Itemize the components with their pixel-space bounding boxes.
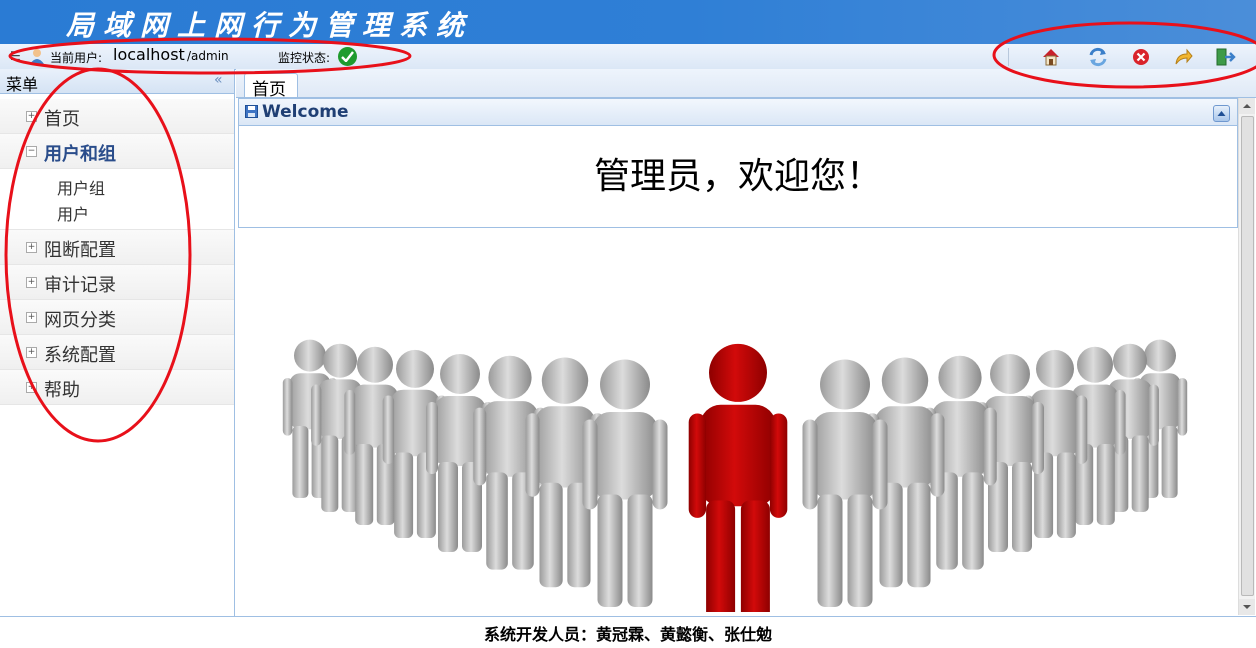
refresh-icon: [1089, 47, 1107, 67]
panel-header: Welcome: [239, 99, 1237, 126]
sidebar-item-label: 系统配置: [44, 345, 116, 366]
welcome-panel: Welcome 管理员，欢迎您！: [238, 98, 1238, 228]
collapse-icon[interactable]: −: [26, 146, 37, 157]
menu-toggle-icon[interactable]: ☰: [10, 49, 21, 63]
monitor-status-label: 监控状态:: [278, 51, 331, 65]
sidebar-header: 菜单 «: [0, 69, 234, 94]
close-icon: [1133, 49, 1149, 65]
back-button[interactable]: [1172, 46, 1194, 68]
sidebar-item-users-groups[interactable]: − 用户和组: [0, 134, 234, 169]
sidebar-item-label: 首页: [44, 109, 80, 130]
scrollbar-thumb[interactable]: [1241, 116, 1254, 596]
sidebar-item-home[interactable]: + 首页: [0, 99, 234, 134]
current-user-role: /admin: [187, 49, 229, 63]
sidebar-item-label: 帮助: [44, 380, 80, 401]
expand-icon[interactable]: +: [26, 111, 37, 122]
back-arrow-icon: [1175, 48, 1193, 65]
sidebar-item-label: 阻断配置: [44, 240, 116, 261]
sidebar-item-label: 审计记录: [44, 275, 116, 296]
sidebar-subitem-users[interactable]: 用户: [57, 201, 89, 225]
sidebar-title: 菜单: [6, 75, 39, 94]
footer-credits: 系统开发人员：黄冠霖、黄懿衡、张仕勉: [483, 625, 772, 644]
sidebar-subitem-user-groups[interactable]: 用户组: [57, 175, 105, 199]
toolbar-divider: [1008, 48, 1009, 66]
app-banner: 局域网上网行为管理系统: [0, 0, 1256, 44]
sidebar-item-label: 网页分类: [44, 310, 116, 331]
logout-button[interactable]: [1214, 46, 1236, 68]
sidebar-item-audit-log[interactable]: + 审计记录: [0, 265, 234, 300]
expand-icon[interactable]: +: [26, 347, 37, 358]
close-button[interactable]: [1130, 46, 1152, 68]
panel-title: Welcome: [262, 102, 349, 122]
tab-home[interactable]: 首页: [244, 73, 298, 100]
sidebar-item-block-config[interactable]: + 阻断配置: [0, 230, 234, 265]
logout-icon: [1216, 48, 1236, 66]
collapse-left-icon[interactable]: «: [214, 72, 223, 88]
save-disk-icon: [245, 105, 258, 118]
expand-icon[interactable]: +: [26, 312, 37, 323]
sidebar-item-help[interactable]: + 帮助: [0, 370, 234, 405]
top-toolbar: ☰ 当前用户: localhost /admin 监控状态:: [0, 44, 1256, 70]
crowd-illustration: [282, 339, 1188, 612]
collapse-up-icon[interactable]: [1213, 105, 1230, 122]
current-user-label: 当前用户:: [50, 51, 103, 65]
tab-label: 首页: [252, 80, 286, 100]
current-user-name: localhost: [113, 45, 185, 64]
app-title: 局域网上网行为管理系统: [66, 9, 474, 42]
user-icon: [30, 49, 44, 64]
expand-icon[interactable]: +: [26, 382, 37, 393]
sidebar-subitems: 用户组 用户: [0, 169, 234, 230]
vertical-scrollbar[interactable]: [1238, 98, 1255, 615]
sidebar-item-label: 用户和组: [44, 144, 116, 165]
footer: 系统开发人员：黄冠霖、黄懿衡、张仕勉: [0, 616, 1256, 648]
sidebar: 菜单 « + 首页 − 用户和组 用户组 用户 + 阻断配置 + 审计记录 + …: [0, 69, 235, 616]
tab-bar: 首页: [236, 69, 1256, 100]
expand-icon[interactable]: +: [26, 242, 37, 253]
check-circle-icon: [338, 47, 357, 66]
expand-icon[interactable]: +: [26, 277, 37, 288]
scroll-down-arrow-icon[interactable]: [1239, 599, 1255, 615]
welcome-message: 管理员，欢迎您！: [593, 156, 882, 197]
scroll-up-arrow-icon[interactable]: [1239, 98, 1255, 114]
sidebar-item-system-config[interactable]: + 系统配置: [0, 335, 234, 370]
sidebar-item-web-category[interactable]: + 网页分类: [0, 300, 234, 335]
home-button[interactable]: [1040, 46, 1062, 68]
refresh-button[interactable]: [1087, 46, 1109, 68]
sidebar-nav: + 首页 − 用户和组 用户组 用户 + 阻断配置 + 审计记录 + 网页分类 …: [0, 99, 234, 405]
home-icon: [1043, 49, 1059, 66]
